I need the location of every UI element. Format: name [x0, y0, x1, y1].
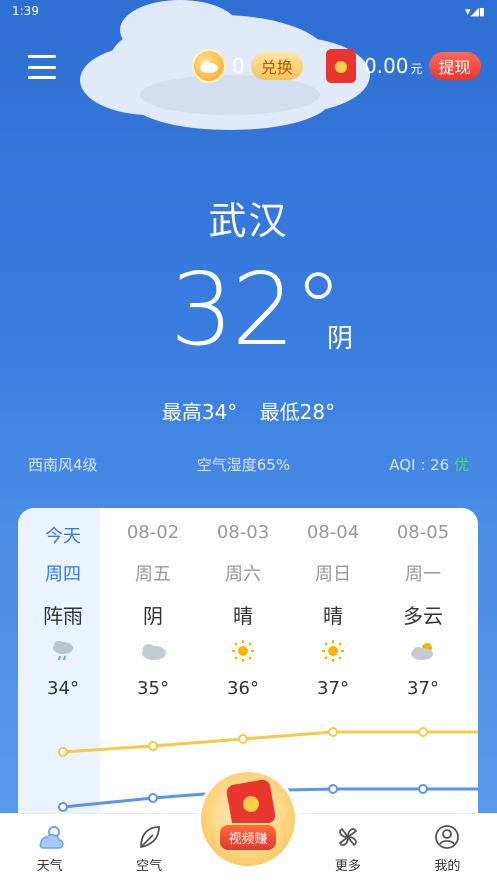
menu-icon-line — [28, 65, 56, 69]
menu-icon-line — [28, 76, 56, 79]
video-earn-button[interactable]: 视频赚 — [198, 769, 298, 869]
wind-info: 西南风4级 — [28, 456, 98, 474]
nav-air-label: 空气 — [136, 859, 163, 874]
status-icons: ▾◢▮ — [464, 4, 485, 18]
forecast-high: 37° — [317, 678, 349, 699]
menu-button[interactable] — [28, 55, 56, 79]
partly-cloudy-icon — [378, 638, 468, 664]
nav-weather-label: 天气 — [36, 859, 63, 874]
nav-weather[interactable]: 天气 — [0, 814, 99, 883]
cash-balance: 0.00 元 提现 — [326, 49, 481, 83]
user-icon — [435, 825, 460, 849]
menu-icon-line — [28, 55, 56, 58]
aqi-info[interactable]: AQI : 26 优 — [389, 454, 469, 475]
forecast-date: 08-02 — [126, 522, 180, 543]
forecast-week: 周一 — [405, 564, 441, 585]
aqi-level: 优 — [453, 456, 469, 474]
coin-icon — [192, 49, 226, 83]
high-temp-line — [62, 730, 478, 754]
leaf-icon — [140, 826, 161, 849]
red-packet-icon — [225, 778, 277, 830]
sun-icon — [288, 638, 378, 664]
forecast-week: 周日 — [315, 564, 351, 585]
forecast-weather: 晴 — [233, 604, 253, 628]
video-earn-label: 视频赚 — [218, 823, 278, 852]
forecast-weather: 阴 — [143, 604, 163, 628]
coin-balance: 0 兑换 — [192, 49, 303, 83]
high-temp-point — [148, 741, 158, 751]
cash-unit: 元 — [410, 61, 423, 76]
rain-icon — [18, 638, 108, 664]
nav-mine-label: 我的 — [434, 859, 461, 874]
forecast-day[interactable]: 08-02 周五 阴 35° — [108, 508, 198, 702]
low-temp-point — [58, 802, 68, 812]
pinwheel-icon — [338, 827, 358, 847]
high-temp-point — [418, 727, 428, 737]
high-temp-point — [58, 747, 68, 757]
forecast-weather: 晴 — [323, 604, 343, 628]
red-packet-icon — [326, 49, 356, 83]
sun-icon — [198, 638, 288, 664]
high-temp-point — [328, 727, 338, 737]
low-temp-point — [418, 784, 428, 794]
forecast-date: 08-05 — [396, 522, 450, 543]
forecast-day[interactable]: 08-05 周一 多云 37° — [378, 508, 468, 702]
high-temp: 最高34° — [161, 400, 238, 424]
coin-count: 0 — [232, 54, 245, 78]
forecast-day[interactable]: 08-03 周六 晴 36° — [198, 508, 288, 702]
current-temp: 32° — [170, 251, 343, 368]
forecast-week: 周六 — [225, 564, 261, 585]
forecast-weather: 多云 — [403, 604, 443, 628]
forecast-high: 37° — [407, 678, 439, 699]
aqi-value: AQI : 26 — [389, 456, 450, 474]
nav-more[interactable]: 更多 — [298, 814, 397, 883]
current-condition: 阴 — [327, 324, 354, 354]
forecast-weather: 阵雨 — [43, 604, 83, 628]
exchange-button[interactable]: 兑换 — [250, 52, 303, 80]
nav-mine[interactable]: 我的 — [398, 814, 497, 883]
forecast-high: 36° — [227, 678, 259, 699]
forecast-day[interactable]: 今天 周四 阵雨 34° — [18, 508, 108, 702]
humidity-info: 空气湿度65% — [196, 456, 291, 474]
forecast-date: 08-03 — [216, 522, 270, 543]
cloud-icon — [108, 638, 198, 664]
forecast-week: 周四 — [45, 564, 81, 585]
low-temp-point — [148, 793, 158, 803]
forecast-days: 今天 周四 阵雨 34° 08-02 周五 阴 35° 08-03 周六 晴 3… — [18, 508, 478, 702]
weather-meta: 西南风4级 空气湿度65% AQI : 26 优 — [28, 454, 469, 475]
high-temp-point — [238, 734, 248, 744]
high-low: 最高34° 最低28° — [0, 396, 497, 425]
status-time: 1:39 — [12, 4, 39, 18]
cash-amount: 0.00 — [364, 54, 409, 78]
weather-nav-icon — [39, 826, 64, 849]
city-name[interactable]: 武汉 — [0, 190, 497, 245]
forecast-day[interactable]: 08-04 周日 晴 37° — [288, 508, 378, 702]
forecast-high: 34° — [47, 678, 79, 699]
forecast-week: 周五 — [135, 564, 171, 585]
low-temp-point — [328, 784, 338, 794]
forecast-date: 今天 — [45, 526, 81, 547]
forecast-date: 08-04 — [306, 522, 360, 543]
nav-air[interactable]: 空气 — [99, 814, 198, 883]
withdraw-button[interactable]: 提现 — [428, 52, 481, 80]
forecast-high: 35° — [137, 678, 169, 699]
nav-more-label: 更多 — [334, 859, 361, 874]
low-temp: 最低28° — [259, 400, 336, 424]
